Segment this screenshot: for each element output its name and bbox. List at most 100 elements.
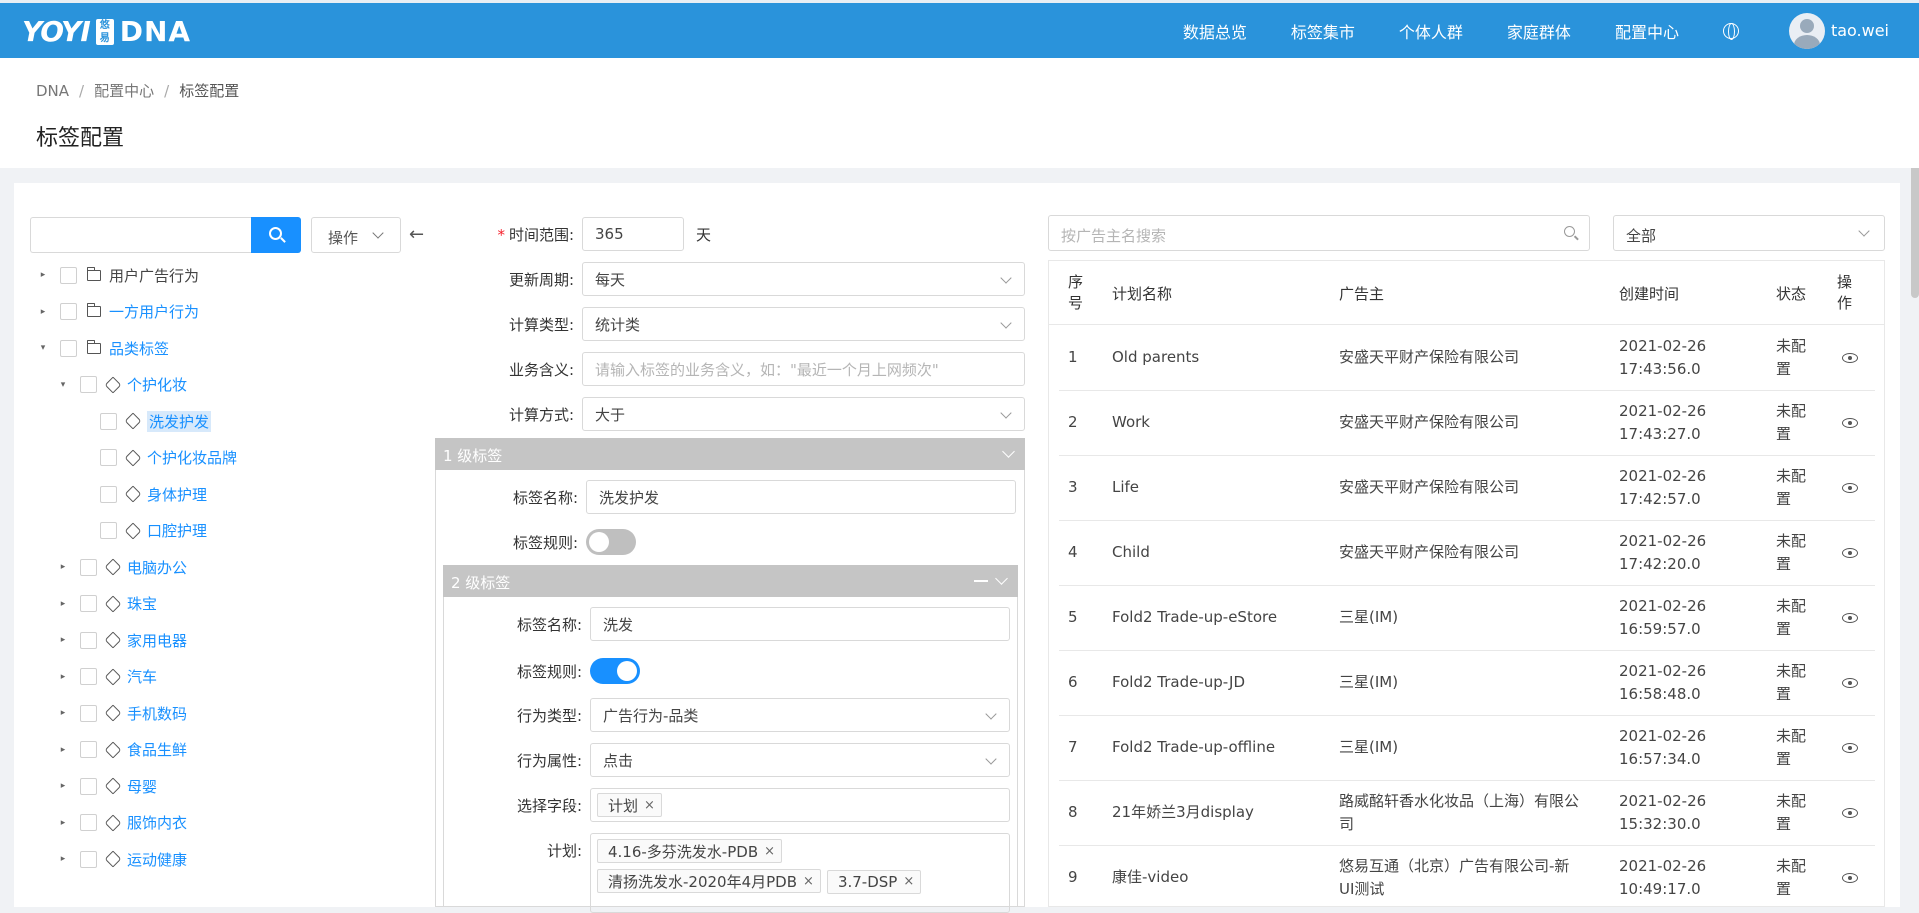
cell-created-time: 17:42:20.0 (1619, 555, 1701, 573)
calc-type-label: 计算类型: (508, 315, 574, 334)
behavior-attr-select[interactable]: 点击 (590, 743, 1010, 777)
field-select[interactable]: 计划 × (590, 788, 1010, 822)
tree-checkbox[interactable] (100, 449, 117, 466)
close-icon[interactable]: × (764, 844, 775, 859)
level2-rule-toggle[interactable] (590, 658, 640, 684)
update-cycle-select[interactable]: 每天 (582, 262, 1025, 296)
tree-checkbox[interactable] (80, 595, 97, 612)
cell-index: 7 (1068, 738, 1078, 756)
level1-name-input[interactable]: 洗发护发 (586, 480, 1016, 514)
tree-node[interactable]: ▸ 家用电器 (58, 628, 187, 652)
breadcrumb-config-center[interactable]: 配置中心 (94, 82, 154, 100)
level2-name-input[interactable]: 洗发 (590, 607, 1010, 641)
status-filter-select[interactable]: 全部 (1613, 215, 1885, 251)
calc-method-select[interactable]: 大于 (582, 397, 1025, 431)
nav-individual[interactable]: 个体人群 (1399, 19, 1463, 43)
level2-panel-header[interactable]: 2 级标签 (443, 565, 1018, 597)
caret-right-icon[interactable]: ▸ (58, 708, 68, 718)
level1-rule-toggle[interactable] (586, 529, 636, 555)
tree-node[interactable]: 口腔护理 (78, 519, 207, 543)
tree-node[interactable]: 身体护理 (78, 482, 207, 506)
tree-node[interactable]: 个护化妆品牌 (78, 446, 237, 470)
tree-node[interactable]: ▸ 服饰内衣 (58, 811, 187, 835)
caret-right-icon[interactable]: ▸ (58, 672, 68, 682)
tree-search-input[interactable] (30, 217, 251, 253)
plan-select[interactable]: 4.16-多芬洗发水-PDB × 清扬洗发水-2020年4月PDB × 3.7-DSP… (590, 833, 1010, 913)
view-eye-icon[interactable] (1840, 478, 1860, 498)
tree-node[interactable]: ▸ 用户广告行为 (38, 263, 199, 287)
caret-right-icon[interactable]: ▸ (58, 854, 68, 864)
operation-dropdown[interactable]: 操作 (311, 217, 401, 253)
time-range-input[interactable]: 365 (582, 217, 684, 251)
tree-checkbox[interactable] (100, 412, 117, 430)
view-eye-icon[interactable] (1840, 803, 1860, 823)
tree-checkbox[interactable] (80, 631, 97, 649)
nav-tag-market[interactable]: 标签集市 (1291, 19, 1355, 43)
calc-type-select[interactable]: 统计类 (582, 307, 1025, 341)
nav-config-center[interactable]: 配置中心 (1615, 19, 1679, 43)
logo[interactable]: YOYI 悠易 DNA (22, 15, 191, 48)
search-icon[interactable] (1564, 226, 1575, 237)
tree-node[interactable]: 洗发护发 (78, 409, 212, 433)
minus-icon[interactable] (974, 580, 988, 582)
tree-node-label: 身体护理 (147, 485, 208, 504)
tree-checkbox[interactable] (60, 303, 77, 320)
tree-node[interactable]: ▾ 个护化妆 (58, 373, 187, 397)
tree-node[interactable]: ▸ 食品生鲜 (58, 738, 187, 762)
view-eye-icon[interactable] (1840, 413, 1860, 433)
view-eye-icon[interactable] (1840, 348, 1860, 368)
tree-node[interactable]: ▸ 一方用户行为 (38, 300, 199, 324)
close-icon[interactable]: × (903, 874, 914, 889)
tree-checkbox[interactable] (80, 814, 97, 831)
tree-checkbox[interactable] (100, 485, 117, 503)
caret-right-icon[interactable]: ▸ (38, 270, 48, 280)
cell-status: 未配置 (1776, 727, 1807, 768)
advertiser-search-input[interactable]: 按广告主名搜索 (1048, 215, 1590, 251)
view-eye-icon[interactable] (1840, 673, 1860, 693)
nav-family[interactable]: 家庭群体 (1507, 19, 1571, 43)
collapse-arrow-icon[interactable]: ← (409, 224, 424, 245)
caret-right-icon[interactable]: ▸ (58, 599, 68, 609)
behavior-type-select[interactable]: 广告行为-品类 (590, 698, 1010, 732)
chevron-down-icon[interactable] (995, 572, 1008, 585)
tree-checkbox[interactable] (60, 339, 77, 357)
close-icon[interactable]: × (803, 874, 814, 889)
caret-right-icon[interactable]: ▸ (58, 818, 68, 828)
tree-node[interactable]: ▾ 品类标签 (38, 336, 169, 360)
view-eye-icon[interactable] (1840, 608, 1860, 628)
tree-checkbox[interactable] (80, 850, 97, 868)
view-eye-icon[interactable] (1840, 738, 1860, 758)
tree-checkbox[interactable] (80, 668, 97, 685)
nav-overview[interactable]: 数据总览 (1183, 19, 1247, 43)
biz-meaning-input[interactable]: 请输入标签的业务含义，如："最近一个月上网频次" (582, 352, 1025, 386)
caret-down-icon[interactable]: ▾ (58, 380, 68, 390)
tree-node[interactable]: ▸ 手机数码 (58, 701, 187, 725)
caret-right-icon[interactable]: ▸ (38, 307, 48, 317)
caret-right-icon[interactable]: ▸ (58, 635, 68, 645)
breadcrumb-dna[interactable]: DNA (36, 82, 69, 100)
chevron-down-icon[interactable] (1002, 445, 1015, 458)
tree-checkbox[interactable] (60, 266, 77, 284)
tree-checkbox[interactable] (80, 704, 97, 722)
search-button[interactable] (251, 217, 301, 253)
caret-down-icon[interactable]: ▾ (38, 343, 48, 353)
tree-checkbox[interactable] (80, 777, 97, 795)
view-eye-icon[interactable] (1840, 543, 1860, 563)
caret-right-icon[interactable]: ▸ (58, 745, 68, 755)
tree-node[interactable]: ▸ 运动健康 (58, 847, 187, 871)
globe-icon[interactable] (1722, 22, 1739, 40)
caret-right-icon[interactable]: ▸ (58, 781, 68, 791)
tree-checkbox[interactable] (80, 558, 97, 576)
caret-right-icon[interactable]: ▸ (58, 562, 68, 572)
tree-node[interactable]: ▸ 母婴 (58, 774, 157, 798)
tree-checkbox[interactable] (100, 522, 117, 539)
tree-checkbox[interactable] (80, 376, 97, 393)
tree-checkbox[interactable] (80, 741, 97, 758)
level1-panel-header[interactable]: 1 级标签 (435, 438, 1025, 470)
close-icon[interactable]: × (644, 798, 655, 813)
user-menu[interactable]: tao.wei (1788, 12, 1889, 49)
tree-node[interactable]: ▸ 珠宝 (58, 592, 157, 616)
tree-node[interactable]: ▸ 电脑办公 (58, 555, 187, 579)
tree-node[interactable]: ▸ 汽车 (58, 665, 157, 689)
view-eye-icon[interactable] (1840, 868, 1860, 888)
